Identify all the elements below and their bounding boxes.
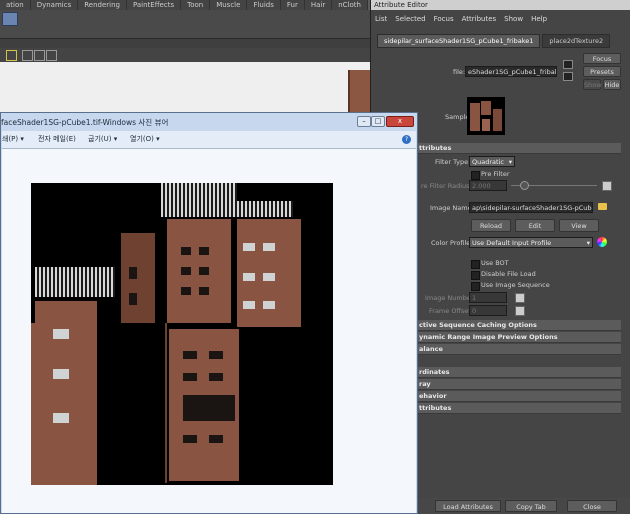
- image-name-field[interactable]: ap\sidepilar-surfaceShader1SG-pCube1.tif: [469, 202, 593, 213]
- folder-icon[interactable]: [598, 203, 607, 210]
- panel-toolbar: [0, 48, 370, 63]
- disable-file-load-checkbox[interactable]: [471, 271, 480, 280]
- shelf-tab-painteffects[interactable]: PaintEffects: [127, 0, 182, 10]
- window-close-button[interactable]: x: [386, 116, 414, 127]
- map-button-icon[interactable]: [515, 293, 525, 303]
- frame-offset-label: Frame Offset: [429, 307, 471, 315]
- shelf-tab-bar: ation Dynamics Rendering PaintEffects Toon Mu…: [0, 0, 408, 10]
- ae-menu-show[interactable]: Show: [500, 12, 527, 26]
- photo-viewer-menubar: 쇄(P) ▾ 전자 메일(E) 굽기(U) ▾ 열기(O) ▾: [2, 131, 416, 149]
- ae-menu-help[interactable]: Help: [527, 12, 551, 26]
- photo-viewer-title: faceShader1SG-pCube1.tif-Windows 사진 뷰어: [1, 118, 169, 127]
- presets-button[interactable]: Presets: [583, 66, 621, 77]
- texture-sample-swatch[interactable]: [467, 97, 505, 135]
- shelf-tab-ation[interactable]: ation: [0, 0, 31, 10]
- email-menu[interactable]: 전자 메일(E): [38, 134, 76, 144]
- ae-menu-focus[interactable]: Focus: [430, 12, 458, 26]
- use-bot-checkbox[interactable]: [471, 260, 480, 269]
- ae-tab-place2dtexture[interactable]: place2dTexture2: [542, 34, 611, 48]
- texture-image: [31, 183, 333, 485]
- input-connection-icon[interactable]: [563, 60, 573, 69]
- color-wheel-icon[interactable]: [597, 237, 607, 247]
- close-button[interactable]: Close: [567, 500, 617, 512]
- camera-icon[interactable]: [22, 50, 33, 61]
- minimize-button[interactable]: –: [357, 116, 371, 127]
- print-menu[interactable]: 쇄(P) ▾: [2, 134, 24, 144]
- chevron-down-icon: ▾: [508, 158, 512, 166]
- ae-tab-file-node[interactable]: sidepilar_surfaceShader1SG_pCube1_fribak…: [377, 34, 541, 48]
- load-attributes-button[interactable]: Load Attributes: [435, 500, 501, 512]
- shelf-tab-muscle[interactable]: Muscle: [210, 0, 248, 10]
- pre-filter-radius-label: re Filter Radius: [421, 182, 470, 190]
- frame-offset-field[interactable]: 0: [469, 305, 507, 316]
- open-menu[interactable]: 열기(O) ▾: [130, 134, 160, 144]
- file-node-field[interactable]: eShader1SG_pCube1_fribake1: [465, 66, 557, 77]
- reload-button[interactable]: Reload: [471, 219, 511, 232]
- attribute-editor-menubar: List Selected Focus Attributes Show Help: [371, 12, 630, 26]
- shelf-icon-row: [0, 10, 370, 39]
- grid-icon[interactable]: [34, 50, 45, 61]
- filter-type-dropdown[interactable]: Quadratic ▾: [469, 156, 515, 167]
- attribute-editor-title: Attribute Editor: [371, 0, 630, 10]
- shelf-tab-ncloth[interactable]: nCloth: [332, 0, 368, 10]
- chevron-down-icon: ▾: [586, 239, 590, 247]
- edit-button[interactable]: Edit: [515, 219, 555, 232]
- ae-menu-selected[interactable]: Selected: [391, 12, 429, 26]
- map-button-icon[interactable]: [515, 306, 525, 316]
- copy-tab-button[interactable]: Copy Tab: [505, 500, 557, 512]
- image-name-label: Image Name: [430, 204, 472, 212]
- pre-filter-label: Pre Filter: [481, 170, 510, 178]
- attribute-editor-tabs: sidepilar_surfaceShader1SG_pCube1_fribak…: [377, 34, 612, 48]
- use-image-sequence-label: Use Image Sequence: [481, 281, 550, 289]
- building-model: [348, 70, 370, 118]
- color-profile-dropdown[interactable]: Use Default Input Profile ▾: [469, 237, 593, 248]
- file-label: file:: [453, 68, 466, 76]
- use-image-sequence-checkbox[interactable]: [471, 282, 480, 291]
- ae-menu-list[interactable]: List: [371, 12, 391, 26]
- shelf-tab-fur[interactable]: Fur: [281, 0, 305, 10]
- ae-menu-attributes[interactable]: Attributes: [458, 12, 501, 26]
- view-button[interactable]: View: [559, 219, 599, 232]
- select-icon[interactable]: [6, 50, 17, 61]
- shelf-tab-fluids[interactable]: Fluids: [247, 0, 281, 10]
- image-number-field[interactable]: 1: [469, 292, 507, 303]
- use-bot-label: Use BOT: [481, 259, 509, 267]
- slider-handle[interactable]: [520, 181, 529, 190]
- shelf-tab-hair[interactable]: Hair: [305, 0, 333, 10]
- shelf-tab-dynamics[interactable]: Dynamics: [31, 0, 79, 10]
- color-profile-value: Use Default Input Profile: [472, 239, 552, 247]
- sample-label: Sample: [445, 113, 470, 121]
- color-profile-label: Color Profile: [431, 239, 471, 247]
- output-connection-icon[interactable]: [563, 72, 573, 81]
- focus-button[interactable]: Focus: [583, 53, 621, 64]
- maximize-button[interactable]: □: [371, 116, 385, 127]
- burn-menu[interactable]: 굽기(U) ▾: [88, 134, 117, 144]
- shelf-tab-rendering[interactable]: Rendering: [78, 0, 127, 10]
- pre-filter-radius-field[interactable]: 2.000: [469, 180, 507, 191]
- map-button-icon[interactable]: [602, 181, 612, 191]
- disable-file-load-label: Disable File Load: [481, 270, 536, 278]
- pre-filter-checkbox[interactable]: [471, 171, 480, 180]
- hide-button[interactable]: Hide: [603, 79, 621, 90]
- shelf-tool-icon[interactable]: [2, 12, 18, 26]
- scissors-icon[interactable]: [46, 50, 57, 61]
- filter-type-value: Quadratic: [472, 158, 504, 166]
- filter-type-label: Filter Type: [435, 158, 469, 166]
- image-number-label: Image Number: [425, 294, 474, 302]
- shelf-tab-toon[interactable]: Toon: [181, 0, 211, 10]
- show-button[interactable]: Show: [583, 79, 602, 90]
- help-icon[interactable]: ?: [402, 135, 411, 144]
